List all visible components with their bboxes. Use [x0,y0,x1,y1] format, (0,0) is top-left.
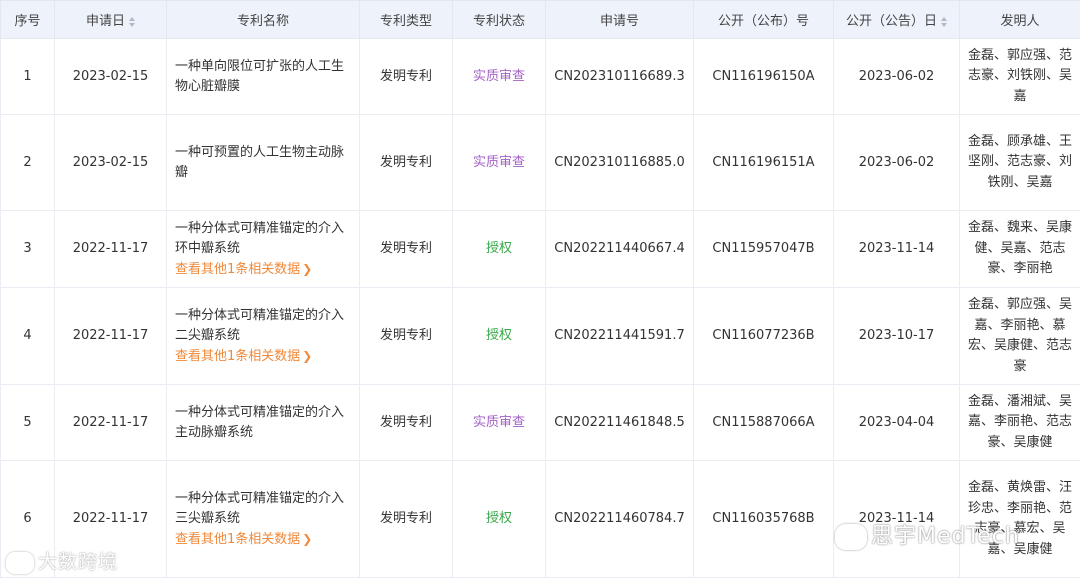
header-label: 专利类型 [379,14,432,29]
cell-publication-number: CN116035768B [693,460,834,578]
related-data-link[interactable]: 查看其他1条相关数据 ❯ [175,346,351,367]
cell-publication-number: CN116077236B [693,287,834,385]
patent-name-link[interactable]: 一种分体式可精准锚定的介入环中瓣系统 [175,221,344,256]
patent-table: 序号 申请日 专利名称 专利类型 专利状态 申请号 公开（公布）号 公开（公告）… [0,0,1080,578]
header-inventors: 发明人 [959,0,1080,39]
patent-name-link[interactable]: 一种分体式可精准锚定的介入三尖瓣系统 [175,491,344,526]
header-index: 序号 [0,0,55,39]
cell-application-date: 2023-02-15 [54,114,167,211]
watermark-right-text: 思宇MedTech [871,524,1020,549]
cell-patent-name: 一种分体式可精准锚定的介入主动脉瓣系统 [166,384,360,461]
table-row: 3 2022-11-17 一种分体式可精准锚定的介入环中瓣系统查看其他1条相关数据 ❯… [0,210,1080,288]
table-header-row: 序号 申请日 专利名称 专利类型 专利状态 申请号 公开（公布）号 公开（公告）… [0,0,1080,39]
cell-inventors: 金磊、郭应强、范志豪、刘铁刚、吴嘉 [959,38,1080,115]
cell-publication-number: CN116196151A [693,114,834,211]
header-publication-number: 公开（公布）号 [693,0,834,39]
cell-index: 3 [0,210,55,288]
header-label: 专利状态 [472,14,525,29]
cell-publication-number: CN115887066A [693,384,834,461]
related-data-link[interactable]: 查看其他1条相关数据 ❯ [175,259,351,280]
header-patent-type: 专利类型 [359,0,453,39]
header-label: 序号 [14,14,41,29]
cell-patent-status: 实质审查 [452,384,546,461]
header-label: 发明人 [1000,14,1040,29]
header-patent-status: 专利状态 [452,0,546,39]
header-publication-date[interactable]: 公开（公告）日 [833,0,960,39]
patent-name-link[interactable]: 一种可预置的人工生物主动脉瓣 [175,145,344,180]
cell-application-date: 2022-11-17 [54,384,167,461]
table-row: 1 2023-02-15 一种单向限位可扩张的人工生物心脏瓣膜 发明专利 实质审查 CN2… [0,38,1080,115]
cell-patent-status: 实质审查 [452,38,546,115]
cell-publication-date: 2023-11-14 [833,210,960,288]
cell-application-date: 2022-11-17 [54,210,167,288]
cell-patent-name: 一种分体式可精准锚定的介入二尖瓣系统查看其他1条相关数据 ❯ [166,287,360,385]
cell-patent-name: 一种分体式可精准锚定的介入环中瓣系统查看其他1条相关数据 ❯ [166,210,360,288]
cell-inventors: 金磊、魏来、吴康健、吴嘉、范志豪、李丽艳 [959,210,1080,288]
table-row: 4 2022-11-17 一种分体式可精准锚定的介入二尖瓣系统查看其他1条相关数据 ❯… [0,287,1080,385]
watermark-left: 大数跨境 [6,547,118,574]
cell-patent-name: 一种分体式可精准锚定的介入三尖瓣系统查看其他1条相关数据 ❯ [166,460,360,578]
header-application-number: 申请号 [545,0,694,39]
cell-patent-type: 发明专利 [359,287,453,385]
cell-application-number: CN202211461848.5 [545,384,694,461]
header-label: 专利名称 [236,14,289,29]
table-row: 2 2023-02-15 一种可预置的人工生物主动脉瓣 发明专利 实质审查 CN20231… [0,114,1080,211]
sort-icon[interactable] [129,16,135,27]
cell-publication-date: 2023-06-02 [833,38,960,115]
header-application-date[interactable]: 申请日 [54,0,167,39]
watermark-logo-icon [6,551,34,574]
cell-publication-number: CN116196150A [693,38,834,115]
sort-icon[interactable] [941,16,947,27]
cell-patent-name: 一种可预置的人工生物主动脉瓣 [166,114,360,211]
related-data-label: 查看其他1条相关数据 [175,348,301,364]
cell-inventors: 金磊、郭应强、吴嘉、李丽艳、慕宏、吴康健、范志豪 [959,287,1080,385]
cell-application-date: 2023-02-15 [54,38,167,115]
cell-index: 2 [0,114,55,211]
cell-patent-type: 发明专利 [359,210,453,288]
header-label: 公开（公布）号 [717,14,809,29]
cell-publication-date: 2023-04-04 [833,384,960,461]
cell-application-number: CN202211460784.7 [545,460,694,578]
cell-application-number: CN202211441591.7 [545,287,694,385]
cell-inventors: 金磊、顾承雄、王坚刚、范志豪、刘铁刚、吴嘉 [959,114,1080,211]
cell-patent-type: 发明专利 [359,460,453,578]
cell-patent-status: 授权 [452,287,546,385]
related-data-label: 查看其他1条相关数据 [175,261,301,277]
cell-patent-status: 授权 [452,210,546,288]
cell-publication-number: CN115957047B [693,210,834,288]
cell-patent-status: 授权 [452,460,546,578]
watermark-left-text: 大数跨境 [38,551,119,573]
cell-inventors: 金磊、潘湘斌、吴嘉、李丽艳、范志豪、吴康健 [959,384,1080,461]
related-data-label: 查看其他1条相关数据 [175,531,301,547]
cell-index: 4 [0,287,55,385]
header-label: 申请日 [85,14,125,29]
related-data-link[interactable]: 查看其他1条相关数据 ❯ [175,529,351,550]
header-label: 申请号 [599,14,639,29]
patent-name-link[interactable]: 一种分体式可精准锚定的介入主动脉瓣系统 [175,405,344,440]
chevron-right-icon: ❯ [302,531,313,546]
table-row: 5 2022-11-17 一种分体式可精准锚定的介入主动脉瓣系统 发明专利 实质审查 CN… [0,384,1080,461]
wechat-icon [835,524,867,550]
header-patent-name: 专利名称 [166,0,360,39]
cell-publication-date: 2023-10-17 [833,287,960,385]
cell-index: 1 [0,38,55,115]
cell-application-number: CN202310116689.3 [545,38,694,115]
cell-patent-type: 发明专利 [359,114,453,211]
cell-application-date: 2022-11-17 [54,287,167,385]
cell-patent-name: 一种单向限位可扩张的人工生物心脏瓣膜 [166,38,360,115]
cell-application-number: CN202310116885.0 [545,114,694,211]
cell-index: 5 [0,384,55,461]
cell-patent-status: 实质审查 [452,114,546,211]
patent-name-link[interactable]: 一种单向限位可扩张的人工生物心脏瓣膜 [175,59,344,94]
header-label: 公开（公告）日 [845,14,937,29]
patent-name-link[interactable]: 一种分体式可精准锚定的介入二尖瓣系统 [175,308,344,343]
chevron-right-icon: ❯ [302,348,313,363]
chevron-right-icon: ❯ [302,261,313,276]
cell-patent-type: 发明专利 [359,38,453,115]
cell-application-number: CN202211440667.4 [545,210,694,288]
cell-publication-date: 2023-06-02 [833,114,960,211]
cell-patent-type: 发明专利 [359,384,453,461]
watermark-right: 思宇MedTech [835,518,1020,550]
